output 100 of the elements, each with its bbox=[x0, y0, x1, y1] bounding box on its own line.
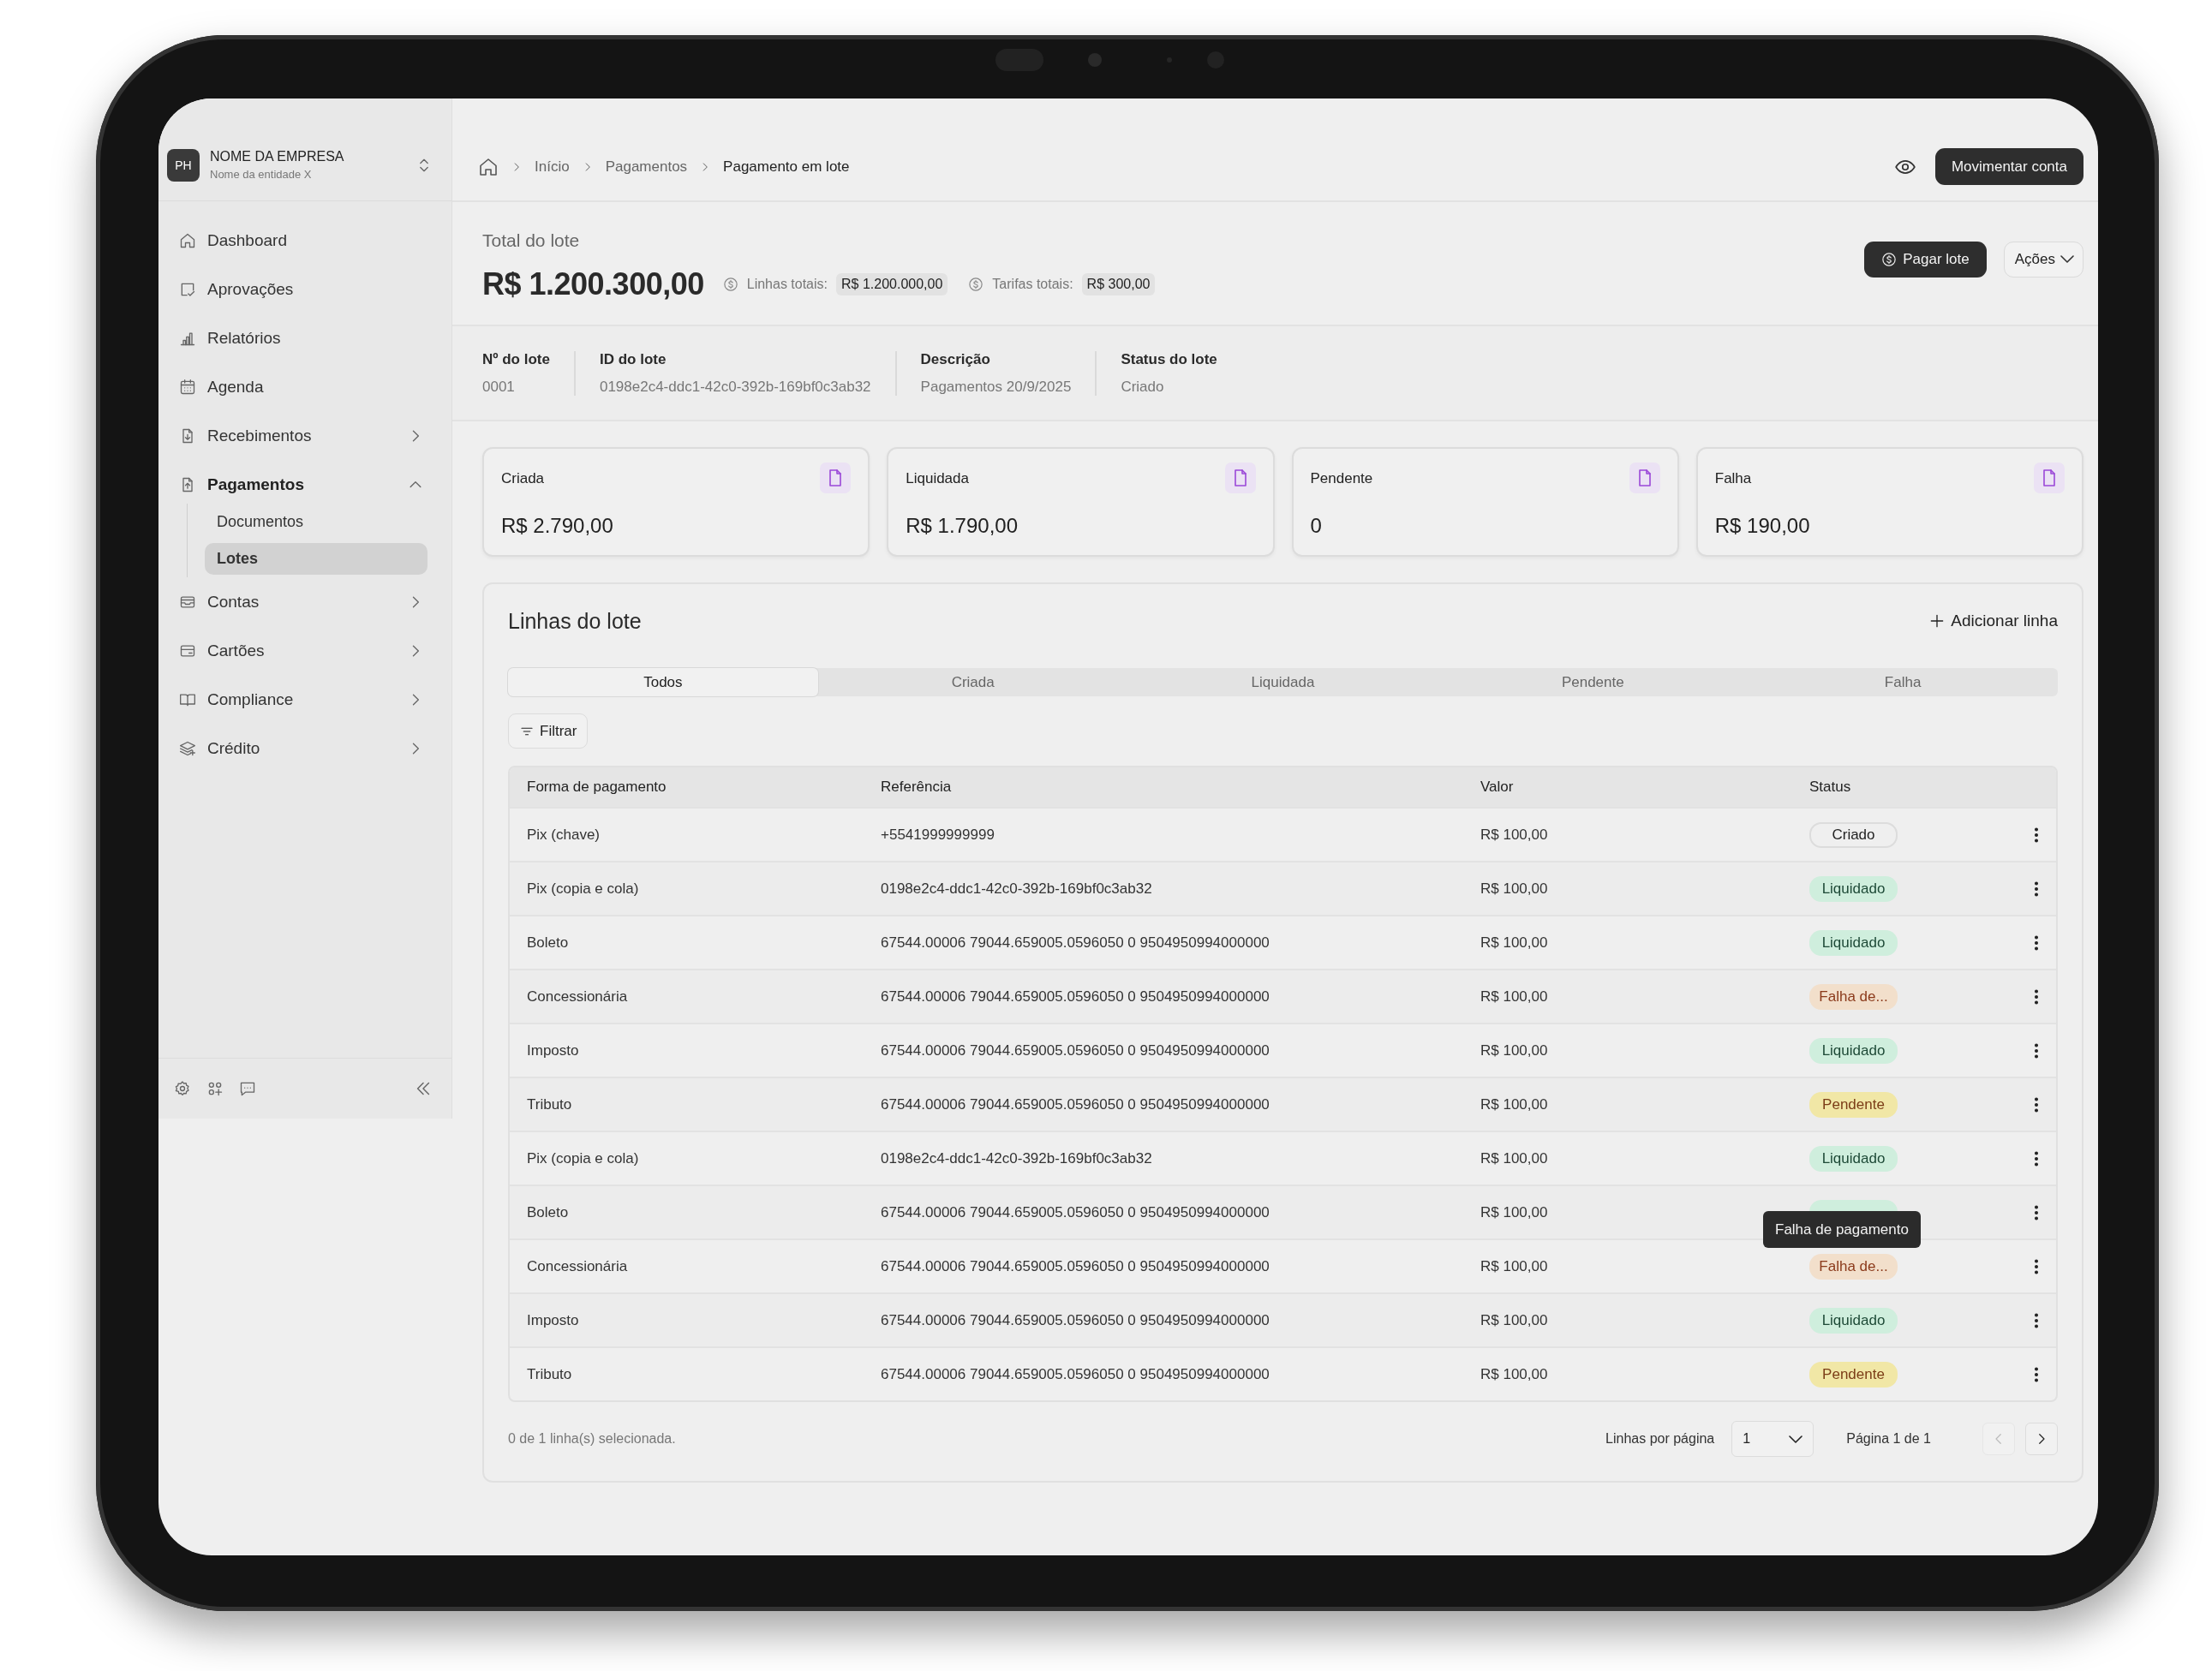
selection-count: 0 de 1 linha(s) selecionada. bbox=[508, 1431, 676, 1447]
total-label: Total do lote bbox=[482, 230, 581, 251]
table-cell-text: 0198e2c4-ddc1-42c0-392b-169bf0c3ab32 bbox=[880, 1149, 1153, 1167]
table-cell-text: 67544.00006 79044.659005.0596050 0 9504950994000000 bbox=[880, 1095, 1270, 1113]
table-cell-text: R$ 100,00 bbox=[1480, 1257, 1549, 1275]
table-cell-text: R$ 100,00 bbox=[1480, 1311, 1549, 1329]
filter-tab[interactable]: Criada bbox=[817, 668, 1128, 696]
table-cell-text: R$ 100,00 bbox=[1480, 1041, 1549, 1059]
stat-value: 0 bbox=[1310, 514, 1323, 538]
dollar-icon bbox=[722, 276, 738, 292]
nav-item[interactable]: Agenda bbox=[158, 362, 443, 411]
apps-icon[interactable] bbox=[206, 1080, 224, 1097]
stat-label: Pendente bbox=[1310, 470, 1373, 487]
table-cell-text: R$ 100,00 bbox=[1480, 1149, 1549, 1167]
status-badge: Pendente bbox=[1809, 1361, 1898, 1388]
status-badge: Falha de... bbox=[1809, 1253, 1898, 1280]
table-cell-text: R$ 100,00 bbox=[1480, 826, 1549, 844]
column-header: Referência bbox=[880, 779, 953, 796]
add-line-button[interactable]: Adicionar linha bbox=[1928, 612, 2058, 630]
entity-name: Nome da entidade X bbox=[210, 168, 313, 181]
dollar-icon bbox=[1881, 251, 1898, 267]
dollar-icon bbox=[968, 276, 984, 292]
document-icon bbox=[2034, 463, 2065, 493]
calendar-icon bbox=[179, 378, 196, 396]
table-cell-text: 67544.00006 79044.659005.0596050 0 9504950994000000 bbox=[880, 1311, 1270, 1329]
nav-item[interactable]: Aprovações bbox=[158, 265, 443, 313]
filter-tab[interactable]: Pendente bbox=[1438, 668, 1749, 696]
move-account-button[interactable]: Movimentar conta bbox=[1934, 148, 2083, 185]
chevron-down-icon bbox=[1789, 1435, 1803, 1443]
pay-batch-button[interactable]: Pagar lote bbox=[1864, 241, 1987, 278]
document-icon bbox=[1224, 463, 1256, 493]
stat-value: R$ 1.790,00 bbox=[906, 514, 1019, 538]
column-header: Forma de pagamento bbox=[526, 779, 667, 796]
breadcrumb-link[interactable]: Pagamento em lote bbox=[723, 158, 850, 176]
actions-button[interactable]: Ações bbox=[2003, 241, 2083, 278]
nav-item[interactable]: Relatórios bbox=[158, 313, 443, 362]
table-cell-text: 0198e2c4-ddc1-42c0-392b-169bf0c3ab32 bbox=[880, 880, 1153, 898]
nav-item[interactable]: Recebimentos bbox=[158, 411, 443, 460]
stat-value: R$ 190,00 bbox=[1714, 514, 1811, 538]
status-badge: Liquidado bbox=[1809, 1307, 1898, 1334]
stat-value: R$ 2.790,00 bbox=[501, 514, 614, 538]
breadcrumb-link[interactable]: Pagamentos bbox=[605, 158, 688, 176]
table-cell-text: Imposto bbox=[526, 1311, 580, 1329]
message-icon[interactable] bbox=[239, 1080, 256, 1097]
nav-item[interactable]: Dashboard bbox=[158, 216, 443, 265]
tooltip: Falha de pagamento bbox=[1763, 1210, 1921, 1248]
stat-label: Criada bbox=[501, 470, 545, 487]
subnav-item[interactable]: Lotes bbox=[205, 543, 427, 575]
panel-title: Linhas do lote bbox=[508, 608, 642, 634]
nav-item[interactable]: Crédito bbox=[158, 724, 443, 773]
table-cell-text: 67544.00006 79044.659005.0596050 0 9504950994000000 bbox=[880, 1365, 1270, 1383]
column-header: Valor bbox=[1480, 779, 1515, 796]
table-cell-text: Tributo bbox=[526, 1365, 573, 1383]
status-badge: Liquidado bbox=[1809, 1145, 1898, 1172]
company-name: NOME DA EMPRESA bbox=[210, 149, 345, 164]
table-cell-text: R$ 100,00 bbox=[1480, 1095, 1549, 1113]
filter-tab[interactable]: Falha bbox=[1748, 668, 2058, 696]
table-cell-text: Concessionária bbox=[526, 1257, 629, 1275]
detail-value: 0198e2c4-ddc1-42c0-392b-169bf0c3ab32 bbox=[599, 378, 871, 396]
filter-tab[interactable]: Todos bbox=[508, 668, 818, 696]
status-badge: Liquidado bbox=[1809, 929, 1898, 956]
table-cell-text: R$ 100,00 bbox=[1480, 988, 1549, 1006]
table-cell-text: 67544.00006 79044.659005.0596050 0 9504950994000000 bbox=[880, 988, 1270, 1006]
stat-label: Falha bbox=[1714, 470, 1752, 487]
home-icon[interactable] bbox=[478, 156, 499, 177]
table-cell-text: R$ 100,00 bbox=[1480, 934, 1549, 952]
filter-button[interactable]: Filtrar bbox=[508, 713, 589, 749]
subnav-item[interactable]: Documentos bbox=[205, 506, 427, 538]
status-badge: Liquidado bbox=[1809, 1037, 1898, 1064]
nav-item[interactable]: Contas bbox=[158, 577, 443, 626]
total-value: R$ 300,00 bbox=[1081, 272, 1156, 295]
table-cell-text: 67544.00006 79044.659005.0596050 0 9504950994000000 bbox=[880, 1203, 1270, 1221]
page-indicator: Página 1 de 1 bbox=[1846, 1431, 1931, 1447]
detail-value: Criado bbox=[1121, 378, 1165, 396]
detail-label: Descrição bbox=[920, 350, 991, 368]
document-icon bbox=[1629, 463, 1660, 493]
detail-label: Status do lote bbox=[1121, 350, 1217, 368]
filter-tab[interactable]: Liquidada bbox=[1127, 668, 1438, 696]
table-cell-text: Concessionária bbox=[526, 988, 629, 1006]
layers-icon bbox=[179, 739, 196, 757]
settings-icon[interactable] bbox=[174, 1080, 191, 1097]
breadcrumb-link[interactable]: Início bbox=[535, 158, 570, 176]
nav-item[interactable]: Compliance bbox=[158, 675, 443, 724]
status-badge: Falha de... bbox=[1809, 983, 1898, 1010]
nav-item[interactable]: Pagamentos bbox=[158, 460, 443, 509]
table-cell-text: Imposto bbox=[526, 1041, 580, 1059]
table-cell-text: +5541999999999 bbox=[880, 826, 995, 844]
table-cell-text: Tributo bbox=[526, 1095, 573, 1113]
table-cell-text: R$ 100,00 bbox=[1480, 1365, 1549, 1383]
table-cell-text: 67544.00006 79044.659005.0596050 0 9504950994000000 bbox=[880, 1041, 1270, 1059]
company-avatar: PH bbox=[167, 148, 200, 182]
column-header: Status bbox=[1808, 779, 1852, 796]
document-icon bbox=[820, 463, 852, 493]
table-cell-text: Pix (copia e cola) bbox=[526, 1149, 640, 1167]
rows-per-page-select[interactable]: 1 bbox=[1731, 1421, 1814, 1457]
nav-item[interactable]: Cartões bbox=[158, 626, 443, 675]
stat-label: Liquidada bbox=[906, 470, 969, 487]
status-badge: Liquidado bbox=[1809, 875, 1898, 902]
status-badge: Pendente bbox=[1809, 1091, 1898, 1118]
table-cell-text: Pix (copia e cola) bbox=[526, 880, 640, 898]
